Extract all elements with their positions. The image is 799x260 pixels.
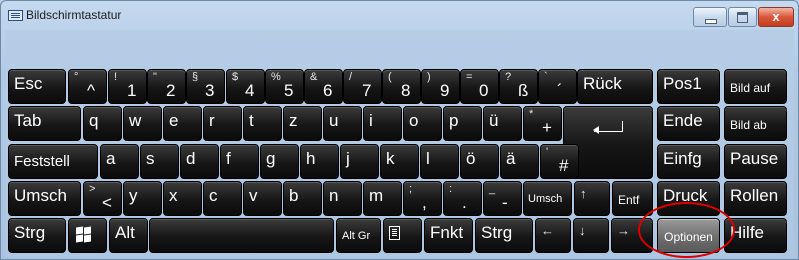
key-h[interactable]: h	[300, 144, 339, 179]
key-9[interactable]: ) 9	[421, 69, 460, 104]
close-icon: x	[772, 9, 780, 24]
key-ctrl-right[interactable]: Strg	[475, 218, 533, 253]
maximize-icon	[729, 8, 756, 26]
maximize-button[interactable]	[728, 7, 757, 27]
key-m[interactable]: m	[363, 181, 402, 216]
minimize-button[interactable]	[693, 7, 727, 27]
close-button[interactable]: x	[758, 7, 794, 27]
key-g[interactable]: g	[260, 144, 299, 179]
key-5[interactable]: % 5	[265, 69, 304, 104]
key-comma[interactable]: ;,	[403, 181, 442, 216]
key-ctrl-left[interactable]: Strg	[8, 218, 66, 253]
key-i[interactable]: i	[363, 106, 402, 141]
key-space[interactable]	[149, 218, 334, 253]
key-page-down[interactable]: Bild ab	[724, 106, 787, 141]
key-arrow-up[interactable]: ↑	[574, 181, 610, 216]
key-fnkt[interactable]: Fnkt	[424, 218, 473, 253]
keyboard-icon	[8, 10, 23, 21]
key-p[interactable]: p	[443, 106, 482, 141]
key-tab[interactable]: Tab	[8, 106, 81, 141]
key-minus[interactable]: _ -	[483, 181, 522, 216]
key-f[interactable]: f	[220, 144, 259, 179]
key-pause[interactable]: Pause	[724, 144, 787, 179]
highlight-ring	[638, 202, 735, 258]
key-menu[interactable]	[383, 218, 422, 253]
key-7[interactable]: /7	[343, 69, 382, 104]
key-page-up[interactable]: Bild auf	[724, 69, 787, 104]
key-1[interactable]: ! 1	[108, 69, 147, 104]
key-q[interactable]: q	[83, 106, 122, 141]
windows-logo-icon	[76, 226, 92, 243]
key-3[interactable]: § 3	[186, 69, 225, 104]
key-a[interactable]: a	[100, 144, 139, 179]
key-arrow-left[interactable]: ←	[535, 218, 571, 253]
key-l[interactable]: l	[420, 144, 459, 179]
key-o-umlaut[interactable]: ö	[460, 144, 499, 179]
key-insert[interactable]: Einfg	[657, 144, 720, 179]
key-esc[interactable]: Esc	[8, 69, 66, 104]
key-k[interactable]: k	[380, 144, 419, 179]
key-shift-left[interactable]: Umsch	[8, 181, 81, 216]
key-end[interactable]: Ende	[657, 106, 720, 141]
key-j[interactable]: j	[340, 144, 379, 179]
key-hash[interactable]: ' #	[540, 144, 579, 179]
key-6[interactable]: & 6	[304, 69, 343, 104]
key-o[interactable]: o	[403, 106, 442, 141]
key-s[interactable]: s	[140, 144, 179, 179]
key-arrow-down[interactable]: ↓	[573, 218, 609, 253]
key-0[interactable]: = 0	[460, 69, 499, 104]
key-alt[interactable]: Alt	[109, 218, 148, 253]
osk-window: Bildschirmtastatur x Esc ° ^ ! 1 " 2 § 3 $4 …	[0, 0, 799, 260]
key-scroll-lock[interactable]: Rollen	[724, 181, 787, 216]
key-acute[interactable]: ` ´	[538, 69, 577, 104]
key-backspace[interactable]: Rück	[577, 69, 653, 104]
key-circumflex[interactable]: ° ^	[68, 69, 107, 104]
title-bar[interactable]: Bildschirmtastatur x	[1, 1, 798, 29]
key-eszett[interactable]: ? ß	[499, 69, 538, 104]
minimize-icon	[694, 8, 726, 26]
key-8[interactable]: (8	[382, 69, 421, 104]
key-z[interactable]: z	[283, 106, 322, 141]
key-u-umlaut[interactable]: ü	[483, 106, 522, 141]
context-menu-icon	[389, 226, 400, 240]
key-windows[interactable]	[68, 218, 107, 253]
key-altgr[interactable]: Alt Gr	[336, 218, 381, 253]
key-plus[interactable]: * +	[523, 106, 562, 141]
key-2[interactable]: " 2	[147, 69, 186, 104]
enter-arrow-icon	[593, 121, 623, 134]
key-t[interactable]: t	[243, 106, 282, 141]
key-period[interactable]: :.	[443, 181, 482, 216]
key-angle-bracket[interactable]: > <	[83, 181, 122, 216]
key-c[interactable]: c	[203, 181, 242, 216]
key-4[interactable]: $4	[226, 69, 265, 104]
key-d[interactable]: d	[180, 144, 219, 179]
key-e[interactable]: e	[163, 106, 202, 141]
key-n[interactable]: n	[323, 181, 362, 216]
key-y[interactable]: y	[123, 181, 162, 216]
key-b[interactable]: b	[283, 181, 322, 216]
key-v[interactable]: v	[243, 181, 282, 216]
key-pos1[interactable]: Pos1	[657, 69, 720, 104]
key-delete[interactable]: Entf	[612, 181, 653, 216]
key-x[interactable]: x	[163, 181, 202, 216]
key-shift-right[interactable]: Umsch	[523, 181, 572, 216]
key-u[interactable]: u	[323, 106, 362, 141]
key-w[interactable]: w	[123, 106, 162, 141]
window-title: Bildschirmtastatur	[26, 8, 122, 22]
key-a-umlaut[interactable]: ä	[500, 144, 539, 179]
key-r[interactable]: r	[203, 106, 242, 141]
key-capslock[interactable]: Feststell	[8, 144, 98, 179]
